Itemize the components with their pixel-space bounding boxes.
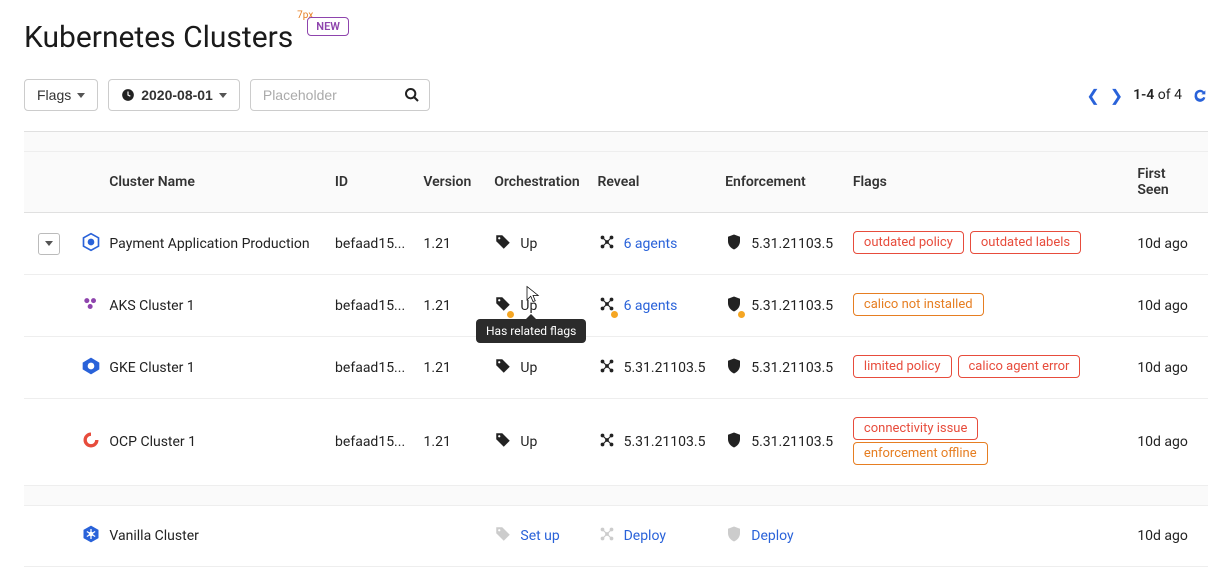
table-row: AKS Cluster 1befaad15...1.21 Up 6 agents 5.… bbox=[24, 275, 1208, 337]
shield-icon bbox=[725, 233, 743, 255]
first-seen: 10d ago bbox=[1129, 360, 1208, 376]
flag-chip[interactable]: enforcement offline bbox=[853, 442, 988, 465]
shield-icon bbox=[725, 295, 743, 317]
reveal-value: 5.31.21103.5 bbox=[624, 434, 706, 450]
col-header-version[interactable]: Version bbox=[415, 174, 486, 190]
orch-status: Up bbox=[520, 298, 537, 314]
enforcement-value: 5.31.21103.5 bbox=[751, 434, 833, 450]
cluster-name[interactable]: GKE Cluster 1 bbox=[101, 360, 327, 376]
search-icon[interactable] bbox=[404, 87, 420, 103]
expand-row-button[interactable] bbox=[38, 233, 60, 255]
cluster-id: befaad15... bbox=[327, 236, 415, 252]
flags-filter-button[interactable]: Flags bbox=[24, 79, 98, 111]
pager: ❮ ❯ 1-4 of 4 bbox=[1086, 86, 1208, 105]
provider-icon bbox=[73, 232, 101, 256]
first-seen: 10d ago bbox=[1129, 236, 1208, 252]
cluster-version: 1.21 bbox=[416, 298, 487, 314]
chevron-down-icon bbox=[77, 93, 85, 98]
flags-filter-label: Flags bbox=[37, 87, 71, 103]
refresh-icon[interactable] bbox=[1192, 87, 1208, 103]
chevron-down-icon bbox=[219, 93, 227, 98]
cluster-name[interactable]: Payment Application Production bbox=[101, 236, 327, 252]
enforcement-value[interactable]: Deploy bbox=[751, 528, 793, 544]
new-badge: NEW bbox=[307, 17, 349, 36]
col-header-orch[interactable]: Orchestration bbox=[486, 174, 589, 190]
first-seen: 10d ago bbox=[1129, 434, 1208, 450]
page-title: Kubernetes Clusters 7px bbox=[24, 20, 293, 55]
col-header-flags[interactable]: Flags bbox=[845, 174, 1129, 190]
enforcement-value: 5.31.21103.5 bbox=[751, 360, 833, 376]
provider-icon bbox=[73, 294, 101, 318]
tag-icon bbox=[494, 431, 512, 453]
col-header-enforcement[interactable]: Enforcement bbox=[717, 174, 845, 190]
tag-icon bbox=[494, 357, 512, 379]
cluster-version: 1.21 bbox=[416, 236, 487, 252]
page-title-text: Kubernetes Clusters bbox=[24, 20, 293, 55]
flags-cell: calico not installed bbox=[845, 293, 1129, 318]
search-input[interactable] bbox=[250, 79, 430, 111]
table-row: GKE Cluster 1befaad15...1.21 Up 5.31.21103… bbox=[24, 337, 1208, 399]
network-icon bbox=[598, 295, 616, 317]
clusters-table: Cluster Name ID Version Orchestration Re… bbox=[24, 131, 1208, 567]
flags-cell: connectivity issueenforcement offline bbox=[845, 417, 1129, 467]
first-seen: 10d ago bbox=[1129, 528, 1208, 544]
shield-icon bbox=[725, 431, 743, 453]
network-icon bbox=[598, 525, 616, 547]
flag-chip[interactable]: calico agent error bbox=[958, 355, 1081, 378]
cluster-name[interactable]: Vanilla Cluster bbox=[101, 528, 327, 544]
provider-icon bbox=[73, 356, 101, 380]
col-header-name[interactable]: Cluster Name bbox=[101, 174, 327, 190]
date-filter-button[interactable]: 2020-08-01 bbox=[108, 79, 240, 111]
first-seen: 10d ago bbox=[1129, 298, 1208, 314]
shield-icon bbox=[725, 357, 743, 379]
reveal-value[interactable]: Deploy bbox=[624, 528, 666, 544]
col-header-reveal[interactable]: Reveal bbox=[589, 174, 717, 190]
network-icon bbox=[598, 233, 616, 255]
cluster-id: befaad15... bbox=[327, 298, 415, 314]
flags-cell: limited policy calico agent error bbox=[845, 355, 1129, 380]
cluster-version: 1.21 bbox=[416, 360, 487, 376]
table-row: Payment Application Productionbefaad15..… bbox=[24, 213, 1208, 275]
flag-chip[interactable]: calico not installed bbox=[853, 293, 984, 316]
cluster-name[interactable]: AKS Cluster 1 bbox=[101, 298, 327, 314]
col-header-seen[interactable]: First Seen bbox=[1129, 166, 1208, 198]
flags-cell: outdated policy outdated labels bbox=[845, 231, 1129, 256]
col-header-id[interactable]: ID bbox=[327, 174, 416, 190]
table-row: OCP Cluster 1befaad15...1.21 Up 5.31.21103… bbox=[24, 399, 1208, 486]
orch-status[interactable]: Set up bbox=[520, 528, 559, 544]
date-filter-label: 2020-08-01 bbox=[141, 87, 213, 103]
tag-icon bbox=[494, 295, 512, 317]
reveal-value[interactable]: 6 agents bbox=[624, 298, 678, 314]
reveal-value: 5.31.21103.5 bbox=[624, 360, 706, 376]
tag-icon bbox=[494, 525, 512, 547]
enforcement-value: 5.31.21103.5 bbox=[751, 298, 833, 314]
cluster-id: befaad15... bbox=[327, 360, 415, 376]
pager-next-button[interactable]: ❯ bbox=[1110, 86, 1123, 105]
network-icon bbox=[598, 431, 616, 453]
reveal-value[interactable]: 6 agents bbox=[624, 236, 678, 252]
tag-icon bbox=[494, 233, 512, 255]
flag-chip[interactable]: outdated labels bbox=[970, 231, 1081, 254]
clock-icon bbox=[121, 88, 135, 102]
cluster-version: 1.21 bbox=[416, 434, 487, 450]
flag-chip[interactable]: connectivity issue bbox=[853, 417, 978, 440]
cluster-name[interactable]: OCP Cluster 1 bbox=[101, 434, 327, 450]
enforcement-value: 5.31.21103.5 bbox=[751, 236, 833, 252]
provider-icon bbox=[73, 524, 101, 548]
provider-icon bbox=[73, 430, 101, 454]
cluster-id: befaad15... bbox=[327, 434, 415, 450]
shield-icon bbox=[725, 525, 743, 547]
flag-chip[interactable]: limited policy bbox=[853, 355, 952, 378]
orch-status: Up bbox=[520, 434, 537, 450]
orch-status: Up bbox=[520, 236, 537, 252]
table-row: Vanilla Cluster Set up Deploy Deploy 10d ago bbox=[24, 506, 1208, 567]
flag-chip[interactable]: outdated policy bbox=[853, 231, 964, 254]
pager-prev-button[interactable]: ❮ bbox=[1086, 86, 1099, 105]
orch-status: Up bbox=[520, 360, 537, 376]
pager-text: 1-4 of 4 bbox=[1133, 87, 1182, 103]
network-icon bbox=[598, 357, 616, 379]
